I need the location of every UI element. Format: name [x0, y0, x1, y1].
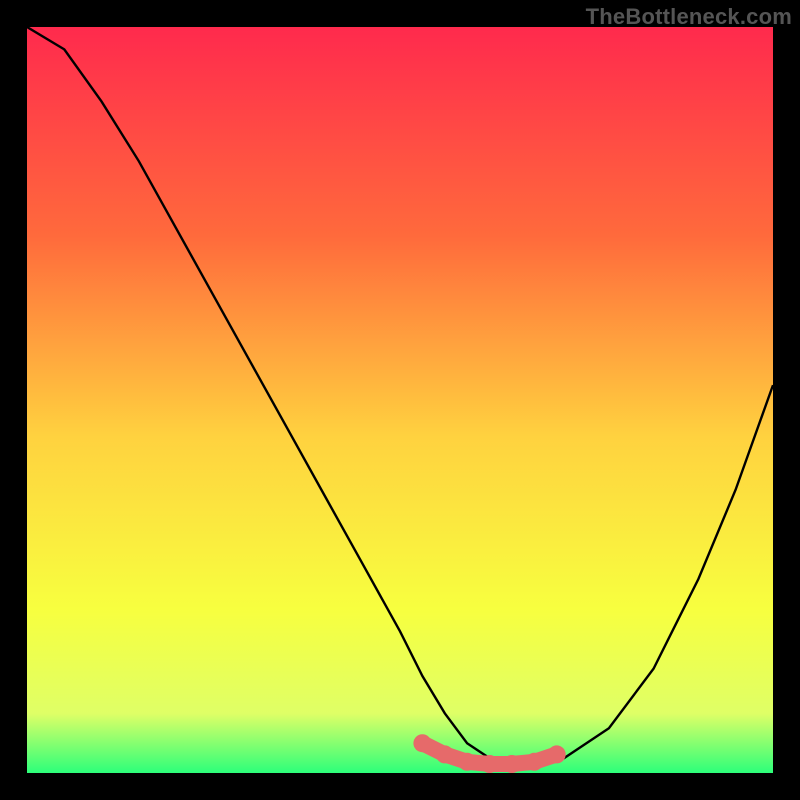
bottleneck-chart — [27, 27, 773, 773]
marker-dot — [525, 753, 543, 771]
marker-dot — [413, 734, 431, 752]
marker-dot — [548, 745, 566, 763]
marker-dot — [481, 755, 499, 773]
marker-dot — [503, 755, 521, 773]
marker-dot — [436, 745, 454, 763]
chart-frame — [27, 27, 773, 773]
marker-dot — [458, 753, 476, 771]
gradient-background — [27, 27, 773, 773]
